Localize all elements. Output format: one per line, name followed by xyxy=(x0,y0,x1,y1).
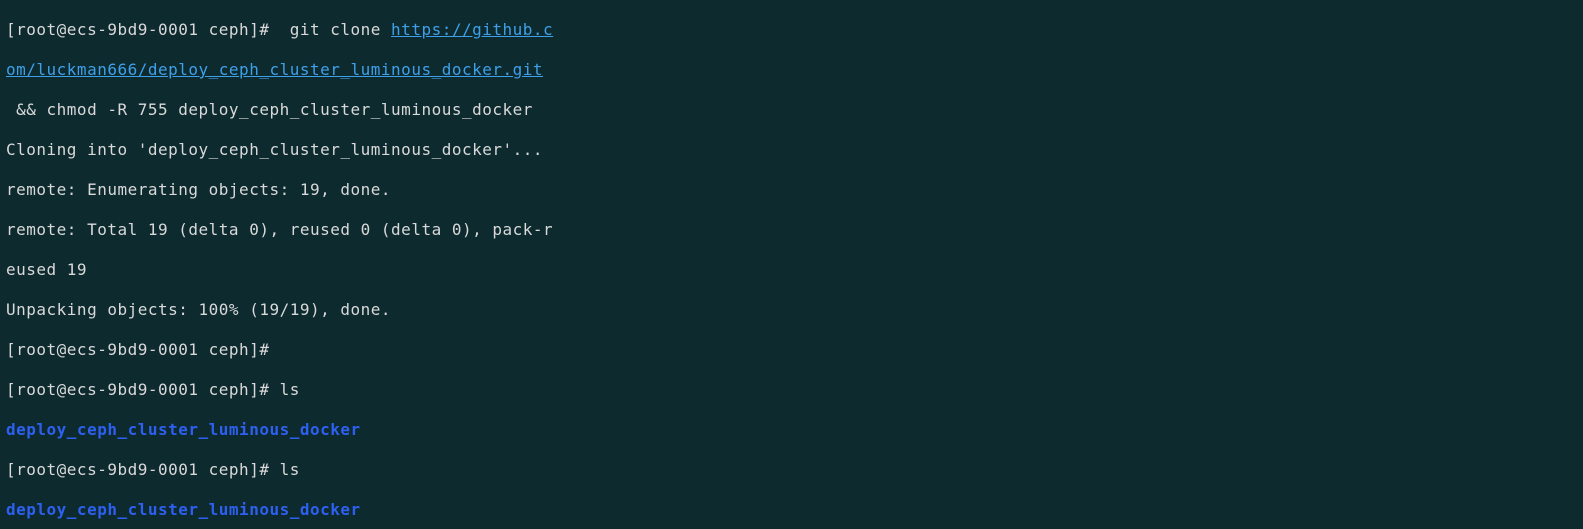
terminal-line: Unpacking objects: 100% (19/19), done. xyxy=(6,300,1577,320)
output-text: Unpacking objects: 100% (19/19), done. xyxy=(6,300,391,319)
terminal-line: [root@ecs-9bd9-0001 ceph]# ls xyxy=(6,460,1577,480)
terminal-line: && chmod -R 755 deploy_ceph_cluster_lumi… xyxy=(6,100,1577,120)
terminal-line: deploy_ceph_cluster_luminous_docker xyxy=(6,500,1577,520)
terminal-line: [root@ecs-9bd9-0001 ceph]# git clone htt… xyxy=(6,20,1577,40)
git-url: om/luckman666/deploy_ceph_cluster_lumino… xyxy=(6,60,543,79)
terminal-line: [root@ecs-9bd9-0001 ceph]# ls xyxy=(6,380,1577,400)
shell-prompt: [root@ecs-9bd9-0001 ceph]# xyxy=(6,340,280,359)
terminal-line: remote: Enumerating objects: 19, done. xyxy=(6,180,1577,200)
shell-prompt: [root@ecs-9bd9-0001 ceph]# ls xyxy=(6,460,300,479)
terminal-output[interactable]: [root@ecs-9bd9-0001 ceph]# git clone htt… xyxy=(0,0,1583,529)
terminal-line: om/luckman666/deploy_ceph_cluster_lumino… xyxy=(6,60,1577,80)
cmd-text: && chmod -R 755 deploy_ceph_cluster_lumi… xyxy=(6,100,533,119)
git-url: https://github.c xyxy=(391,20,553,39)
output-text: remote: Total 19 (delta 0), reused 0 (de… xyxy=(6,220,553,239)
terminal-line: deploy_ceph_cluster_luminous_docker xyxy=(6,420,1577,440)
directory-entry: deploy_ceph_cluster_luminous_docker xyxy=(6,500,361,519)
shell-prompt: [root@ecs-9bd9-0001 ceph]# git clone xyxy=(6,20,391,39)
terminal-line: Cloning into 'deploy_ceph_cluster_lumino… xyxy=(6,140,1577,160)
output-text: remote: Enumerating objects: 19, done. xyxy=(6,180,391,199)
directory-entry: deploy_ceph_cluster_luminous_docker xyxy=(6,420,361,439)
terminal-line: remote: Total 19 (delta 0), reused 0 (de… xyxy=(6,220,1577,240)
shell-prompt: [root@ecs-9bd9-0001 ceph]# ls xyxy=(6,380,300,399)
output-text: eused 19 xyxy=(6,260,87,279)
terminal-line: [root@ecs-9bd9-0001 ceph]# xyxy=(6,340,1577,360)
terminal-line: eused 19 xyxy=(6,260,1577,280)
output-text: Cloning into 'deploy_ceph_cluster_lumino… xyxy=(6,140,543,159)
